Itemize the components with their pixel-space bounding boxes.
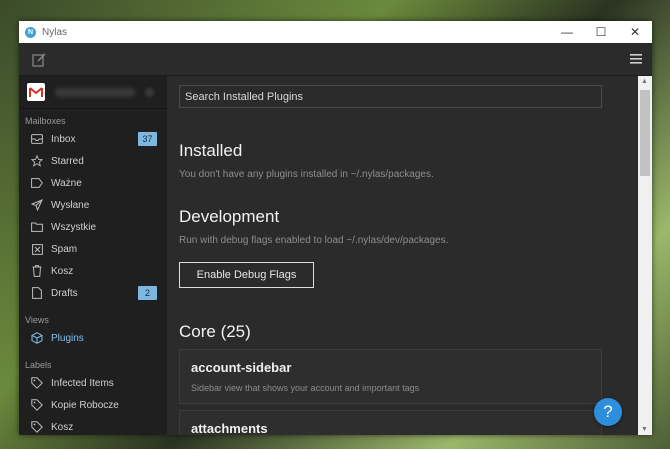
section-labels: Labels: [25, 360, 52, 370]
inbox-icon: [31, 133, 43, 145]
scroll-thumb[interactable]: [640, 90, 650, 176]
sidebar-item-label: Kosz: [51, 421, 74, 433]
enable-debug-flags-button[interactable]: Enable Debug Flags: [179, 262, 314, 288]
sidebar-item-label: Spam: [51, 243, 78, 255]
sidebar-item-inbox[interactable]: Inbox 37: [19, 128, 167, 150]
plugins-icon: [31, 332, 43, 344]
sidebar-item-infected-items[interactable]: Infected Items: [19, 372, 167, 394]
section-views: Views: [25, 315, 49, 325]
window-title: Nylas: [42, 26, 68, 38]
help-button[interactable]: ?: [594, 398, 622, 426]
sidebar-item-wszystkie[interactable]: Wszystkie: [19, 216, 167, 238]
spam-icon: [31, 243, 43, 255]
label-icon: [31, 421, 43, 433]
development-text: Run with debug flags enabled to load ~/.…: [179, 235, 449, 246]
star-icon: [31, 155, 43, 167]
title-bar: N Nylas — ☐ ✕: [19, 21, 652, 43]
draft-icon: [31, 287, 43, 299]
trash-icon: [31, 265, 43, 277]
plugins-panel: Installed You don't have any plugins ins…: [167, 76, 652, 435]
sidebar-item-label: Ważne: [51, 177, 82, 189]
menu-icon[interactable]: [630, 54, 642, 64]
sidebar-item-wyslane[interactable]: Wysłane: [19, 194, 167, 216]
tag-icon: [31, 177, 43, 189]
sidebar: Mailboxes Inbox 37 Starred Ważne Wysłane…: [19, 76, 167, 435]
compose-icon[interactable]: [31, 52, 47, 68]
installed-heading: Installed: [179, 141, 243, 160]
sidebar-item-label: Kopie Robocze: [51, 399, 119, 411]
gmail-icon: [27, 83, 45, 101]
sidebar-item-spam[interactable]: Spam: [19, 238, 167, 260]
installed-empty-text: You don't have any plugins installed in …: [179, 169, 434, 180]
sidebar-item-starred[interactable]: Starred: [19, 150, 167, 172]
toolbar: [19, 43, 652, 76]
nylas-app-icon: N: [25, 26, 36, 38]
send-icon: [31, 199, 43, 211]
sidebar-item-drafts[interactable]: Drafts 2: [19, 282, 167, 304]
vertical-scrollbar[interactable]: ▲ ▼: [638, 76, 652, 435]
plugin-name: account-sidebar: [191, 360, 292, 375]
sidebar-item-label: Inbox: [51, 133, 76, 145]
plugin-name: attachments: [191, 421, 268, 435]
sidebar-item-kopie-robocze[interactable]: Kopie Robocze: [19, 394, 167, 416]
account-email-redacted: [55, 87, 135, 97]
plugin-description: Sidebar view that shows your account and…: [191, 383, 420, 393]
label-icon: [31, 377, 43, 389]
sidebar-item-label: Wysłane: [51, 199, 90, 211]
sidebar-item-kosz-label[interactable]: Kosz: [19, 416, 167, 435]
label-icon: [31, 399, 43, 411]
folder-icon: [31, 221, 43, 233]
sidebar-item-label: Kosz: [51, 265, 74, 277]
account-switcher[interactable]: [19, 76, 167, 109]
nylas-window: N Nylas — ☐ ✕ Mailboxes Inbox 37 Starred…: [19, 21, 652, 435]
plugin-card[interactable]: account-sidebar Sidebar view that shows …: [179, 349, 602, 404]
close-icon[interactable]: ✕: [618, 21, 652, 43]
sidebar-item-label: Plugins: [51, 332, 84, 344]
unread-count-badge: 37: [138, 132, 157, 146]
sidebar-item-label: Drafts: [51, 287, 78, 299]
sidebar-item-label: Starred: [51, 155, 84, 167]
drafts-count-badge: 2: [138, 286, 157, 300]
sidebar-item-plugins[interactable]: Plugins: [19, 327, 167, 349]
section-mailboxes: Mailboxes: [25, 116, 66, 126]
scroll-down-icon[interactable]: ▼: [641, 426, 648, 433]
scroll-up-icon[interactable]: ▲: [641, 78, 648, 85]
maximize-icon[interactable]: ☐: [584, 21, 618, 43]
account-menu-icon[interactable]: [145, 87, 154, 97]
core-heading: Core (25): [179, 322, 251, 341]
sidebar-item-label: Wszystkie: [51, 221, 96, 233]
sidebar-item-kosz[interactable]: Kosz: [19, 260, 167, 282]
minimize-icon[interactable]: —: [550, 21, 584, 43]
sidebar-item-wazne[interactable]: Ważne: [19, 172, 167, 194]
plugin-card[interactable]: attachments: [179, 410, 602, 435]
search-plugins-input[interactable]: [179, 85, 602, 108]
development-heading: Development: [179, 207, 280, 226]
sidebar-item-label: Infected Items: [51, 377, 114, 389]
